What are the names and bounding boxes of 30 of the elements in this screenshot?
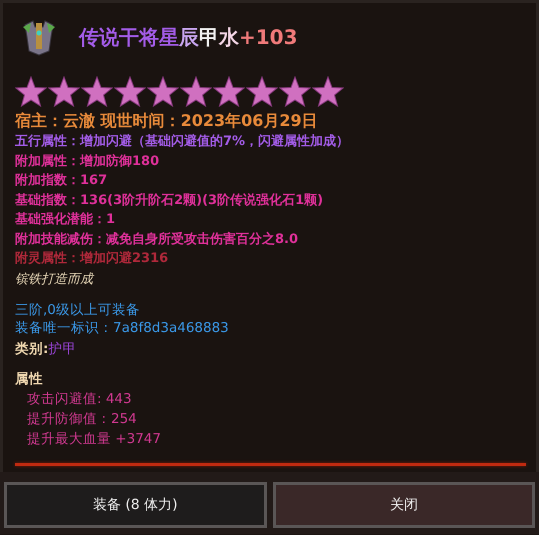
attribute-line: 提升防御值：254 bbox=[26, 410, 138, 428]
stat-line: 附加属性：增加防御180 bbox=[15, 152, 160, 170]
star-icon bbox=[81, 76, 113, 108]
star-icon bbox=[213, 76, 245, 108]
star-icon bbox=[312, 76, 344, 108]
attribute-line: 提升最大血量 +3747 bbox=[26, 430, 162, 448]
stat-line: 基础强化潜能：1 bbox=[15, 211, 116, 229]
requirement-text: 三阶,0级以上可装备 bbox=[15, 300, 141, 318]
owner-line: 宿主：云澈 现世时间：2023年06月29日 bbox=[15, 110, 319, 132]
flavor-text: 镔铁打造而成 bbox=[15, 270, 96, 288]
star-icon bbox=[246, 76, 278, 108]
close-button[interactable]: 关闭 bbox=[272, 482, 535, 528]
attribute-line: 攻击闪避值: 443 bbox=[26, 390, 133, 408]
category-value: 护甲 bbox=[48, 340, 76, 356]
star-icon bbox=[180, 76, 212, 108]
star-icon bbox=[15, 76, 47, 108]
equip-button[interactable]: 装备 (8 体力) bbox=[4, 482, 266, 528]
star-icon bbox=[279, 76, 311, 108]
stat-line: 附加指数：167 bbox=[15, 172, 108, 190]
star-icon bbox=[48, 76, 80, 108]
stat-line: 五行属性：增加闪避（基础闪避值的7%，闪避属性加成） bbox=[15, 132, 350, 151]
item-title: 传说干将星辰甲水+103 bbox=[79, 24, 298, 50]
attributes-heading: 属性 bbox=[15, 370, 44, 388]
stat-line: 附灵属性：增加闪避2316 bbox=[15, 250, 170, 268]
stat-line: 附加技能减伤：减免自身所受攻击伤害百分之8.0 bbox=[15, 230, 300, 248]
star-icon bbox=[114, 76, 146, 108]
category-label: 类别: bbox=[15, 340, 48, 356]
unique-id-text: 装备唯一标识：7a8f8d3a468883 bbox=[15, 318, 230, 336]
star-icon bbox=[147, 76, 179, 108]
stat-line: 基础指数：136(3阶升阶石2颗)(3阶传说强化石1颗) bbox=[15, 192, 324, 210]
